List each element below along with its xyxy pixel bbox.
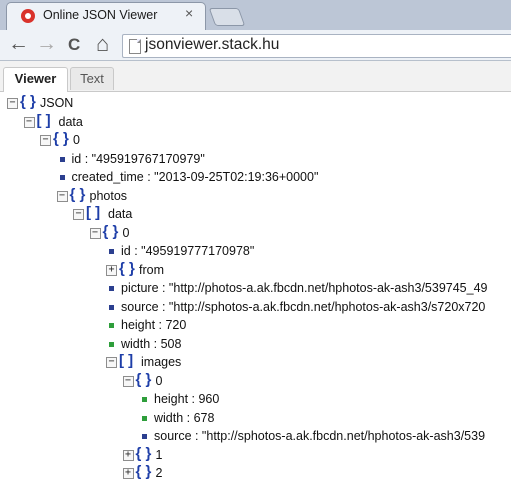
- tree-node-label[interactable]: 1: [156, 446, 163, 464]
- close-icon[interactable]: ×: [185, 5, 193, 21]
- object-icon: { }: [20, 93, 36, 110]
- tree-node-label[interactable]: photos: [90, 187, 128, 205]
- collapse-icon[interactable]: −: [73, 209, 84, 220]
- json-tree: −{ } JSON −[ ] data −{ } 0 id : "4959197671709…: [0, 92, 511, 484]
- object-icon: { }: [135, 370, 152, 388]
- expand-icon[interactable]: +: [122, 449, 134, 461]
- expand-icon[interactable]: +: [122, 468, 134, 479]
- collapse-icon[interactable]: −: [89, 227, 101, 239]
- string-value-icon: [59, 175, 65, 180]
- string-value-icon: [109, 286, 114, 291]
- url-text: jsonviewer.stack.hu: [145, 36, 280, 53]
- tree-leaf-label[interactable]: id : "495919777170978": [121, 242, 254, 260]
- tree-node-label[interactable]: JSON: [40, 94, 73, 112]
- tree-node-label[interactable]: 0: [123, 224, 130, 242]
- collapse-icon[interactable]: −: [23, 116, 35, 128]
- expand-icon[interactable]: +: [106, 264, 117, 276]
- tree-leaf-label[interactable]: height : 720: [121, 316, 186, 334]
- tree-node-label[interactable]: from: [139, 261, 164, 279]
- viewer-tabs: Viewer Text: [0, 61, 511, 92]
- page-icon: [129, 39, 141, 54]
- array-icon: [ ]: [119, 352, 134, 369]
- reload-icon[interactable]: C: [68, 32, 80, 58]
- home-icon[interactable]: ⌂: [96, 31, 109, 57]
- string-value-icon: [109, 304, 114, 310]
- object-icon: { }: [135, 463, 152, 480]
- collapse-icon[interactable]: −: [56, 190, 68, 202]
- number-value-icon: [142, 415, 147, 421]
- tree-leaf-label[interactable]: width : 508: [121, 335, 181, 353]
- object-icon: { }: [53, 130, 69, 147]
- tree-leaf-label[interactable]: created_time : "2013-09-25T02:19:36+0000…: [72, 168, 319, 186]
- tab-title: Online JSON Viewer: [43, 8, 158, 22]
- number-value-icon: [109, 323, 114, 328]
- tree-leaf-label[interactable]: height : 960: [154, 390, 219, 408]
- browser-toolbar: ← → C ⌂ jsonviewer.stack.hu: [0, 30, 511, 61]
- forward-arrow-icon[interactable]: →: [36, 31, 57, 57]
- collapse-icon[interactable]: −: [40, 135, 51, 146]
- collapse-icon[interactable]: −: [122, 375, 134, 387]
- browser-tab[interactable]: Online JSON Viewer ×: [6, 2, 206, 31]
- collapse-icon[interactable]: −: [106, 357, 117, 368]
- tree-leaf-label[interactable]: picture : "http://photos-a.ak.fbcdn.net/…: [121, 279, 488, 297]
- number-value-icon: [142, 397, 147, 402]
- tree-node-label[interactable]: 0: [156, 372, 163, 390]
- number-value-icon: [109, 341, 114, 347]
- tree-node-label[interactable]: data: [59, 113, 83, 131]
- browser-titlebar: Online JSON Viewer ×: [0, 0, 511, 31]
- opera-logo-icon: [21, 9, 35, 23]
- object-icon: { }: [135, 444, 152, 462]
- tab-text[interactable]: Text: [70, 67, 114, 90]
- object-icon: { }: [102, 222, 119, 240]
- object-icon: { }: [119, 259, 135, 277]
- string-value-icon: [59, 156, 65, 162]
- tree-leaf-label[interactable]: width : 678: [154, 409, 214, 427]
- object-icon: { }: [69, 185, 86, 203]
- tree-node-label[interactable]: data: [108, 205, 132, 223]
- string-value-icon: [109, 249, 114, 254]
- tab-viewer[interactable]: Viewer: [3, 67, 68, 92]
- tree-node-label[interactable]: images: [141, 353, 181, 371]
- back-arrow-icon[interactable]: ←: [8, 31, 29, 57]
- collapse-icon[interactable]: −: [7, 98, 18, 109]
- tree-node-label[interactable]: 2: [156, 464, 163, 482]
- tree-leaf-label[interactable]: source : "http://sphotos-a.ak.fbcdn.net/…: [154, 427, 485, 445]
- tree-leaf-label[interactable]: id : "495919767170979": [72, 150, 205, 168]
- array-icon: [ ]: [86, 204, 101, 221]
- address-bar[interactable]: jsonviewer.stack.hu: [122, 34, 511, 58]
- array-icon: [ ]: [36, 111, 51, 129]
- tree-leaf-label[interactable]: source : "http://sphotos-a.ak.fbcdn.net/…: [121, 298, 485, 316]
- new-tab-button[interactable]: [208, 8, 246, 26]
- string-value-icon: [142, 434, 147, 439]
- tree-node-label[interactable]: 0: [73, 131, 80, 149]
